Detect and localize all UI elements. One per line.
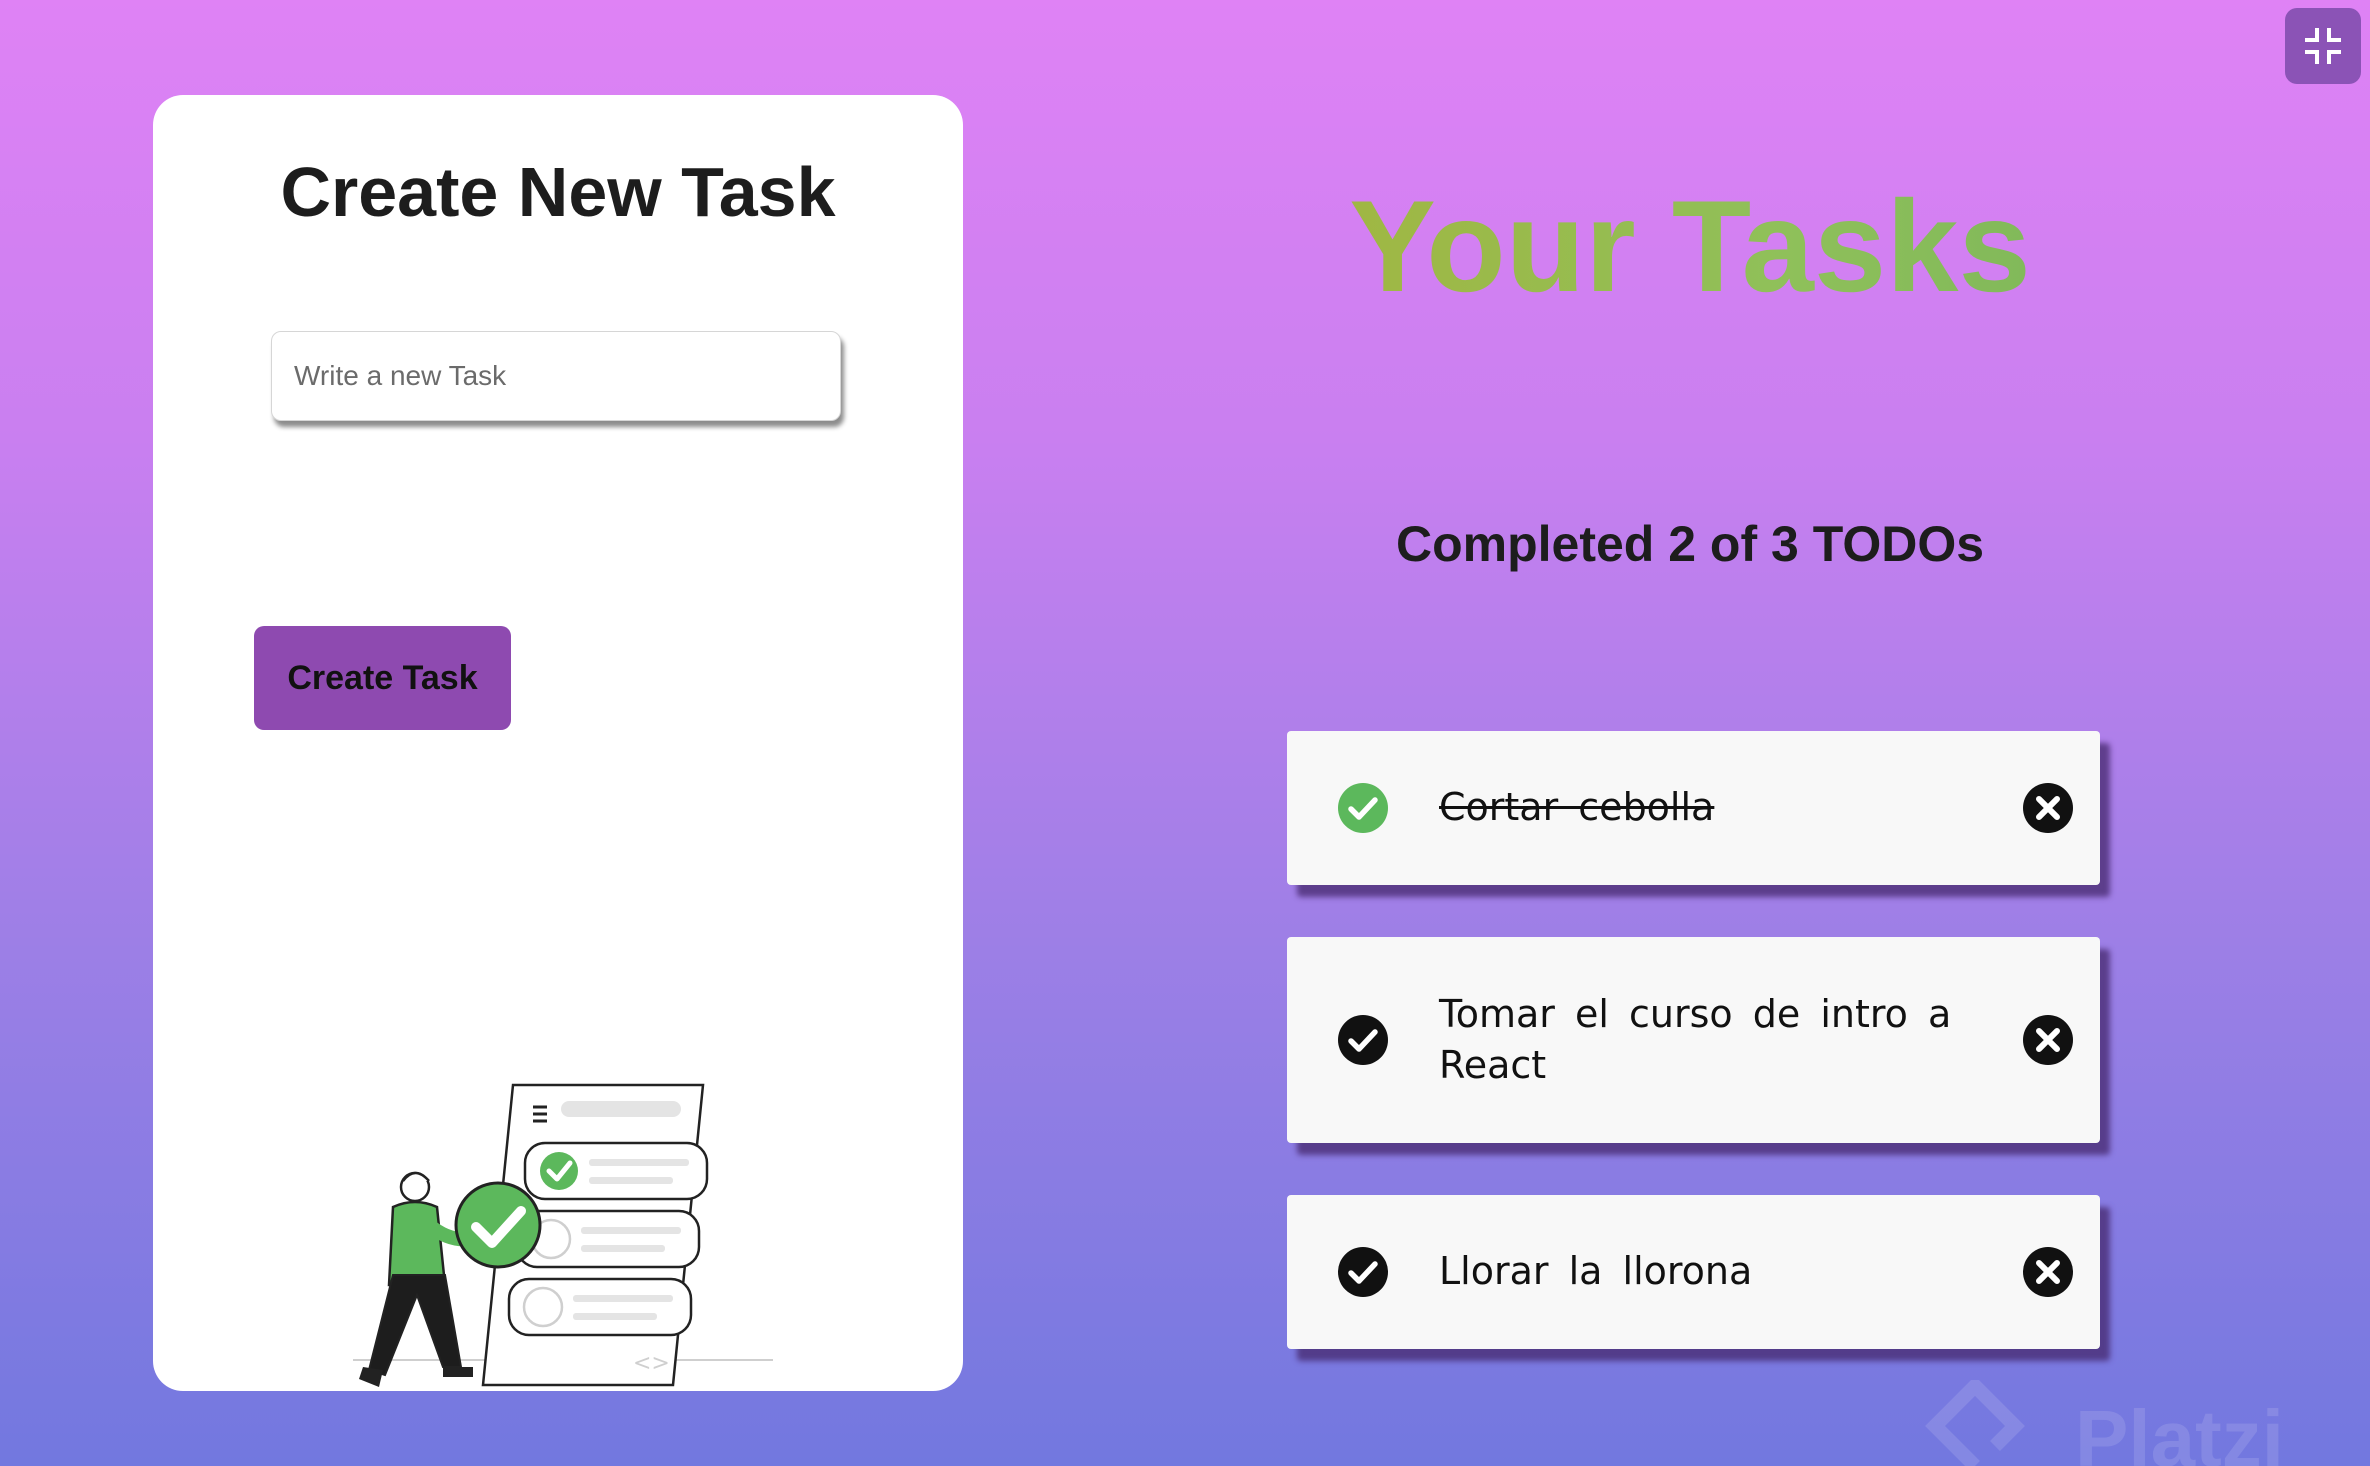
your-tasks-title: Your Tasks (1210, 175, 2170, 318)
todo-text: Tomar el curso de intro a React (1439, 991, 1952, 1087)
task-checklist-illustration: <> (353, 1083, 773, 1387)
todo-item: Cortar cebolla (1287, 731, 2100, 885)
check-circle-icon[interactable] (1337, 1014, 1389, 1066)
todo-item: Tomar el curso de intro a React (1287, 937, 2100, 1143)
svg-text:<>: <> (633, 1351, 670, 1376)
check-circle-icon[interactable] (1337, 782, 1389, 834)
new-task-input[interactable] (271, 331, 841, 421)
create-task-title: Create New Task (280, 153, 836, 231)
todo-text: Llorar la llorona (1439, 1249, 1753, 1294)
todo-text: Cortar cebolla (1439, 785, 1715, 830)
close-circle-icon[interactable] (2022, 1014, 2074, 1066)
exit-fullscreen-button[interactable] (2285, 8, 2361, 84)
check-circle-icon[interactable] (1337, 1246, 1389, 1298)
todo-list: Cortar cebolla Tomar el curso de intro a… (1287, 731, 2100, 1349)
todo-item: Llorar la llorona (1287, 1195, 2100, 1349)
exit-fullscreen-icon (2305, 28, 2341, 64)
watermark-text: Platzi (2075, 1394, 2284, 1466)
close-circle-icon[interactable] (2022, 782, 2074, 834)
todo-counter: Completed 2 of 3 TODOs (1395, 516, 1985, 572)
create-task-card: Create New Task Create Task <> (153, 95, 963, 1391)
close-circle-icon[interactable] (2022, 1246, 2074, 1298)
platzi-watermark-logo: Platzi (1925, 1380, 2284, 1466)
create-task-button[interactable]: Create Task (254, 626, 511, 730)
